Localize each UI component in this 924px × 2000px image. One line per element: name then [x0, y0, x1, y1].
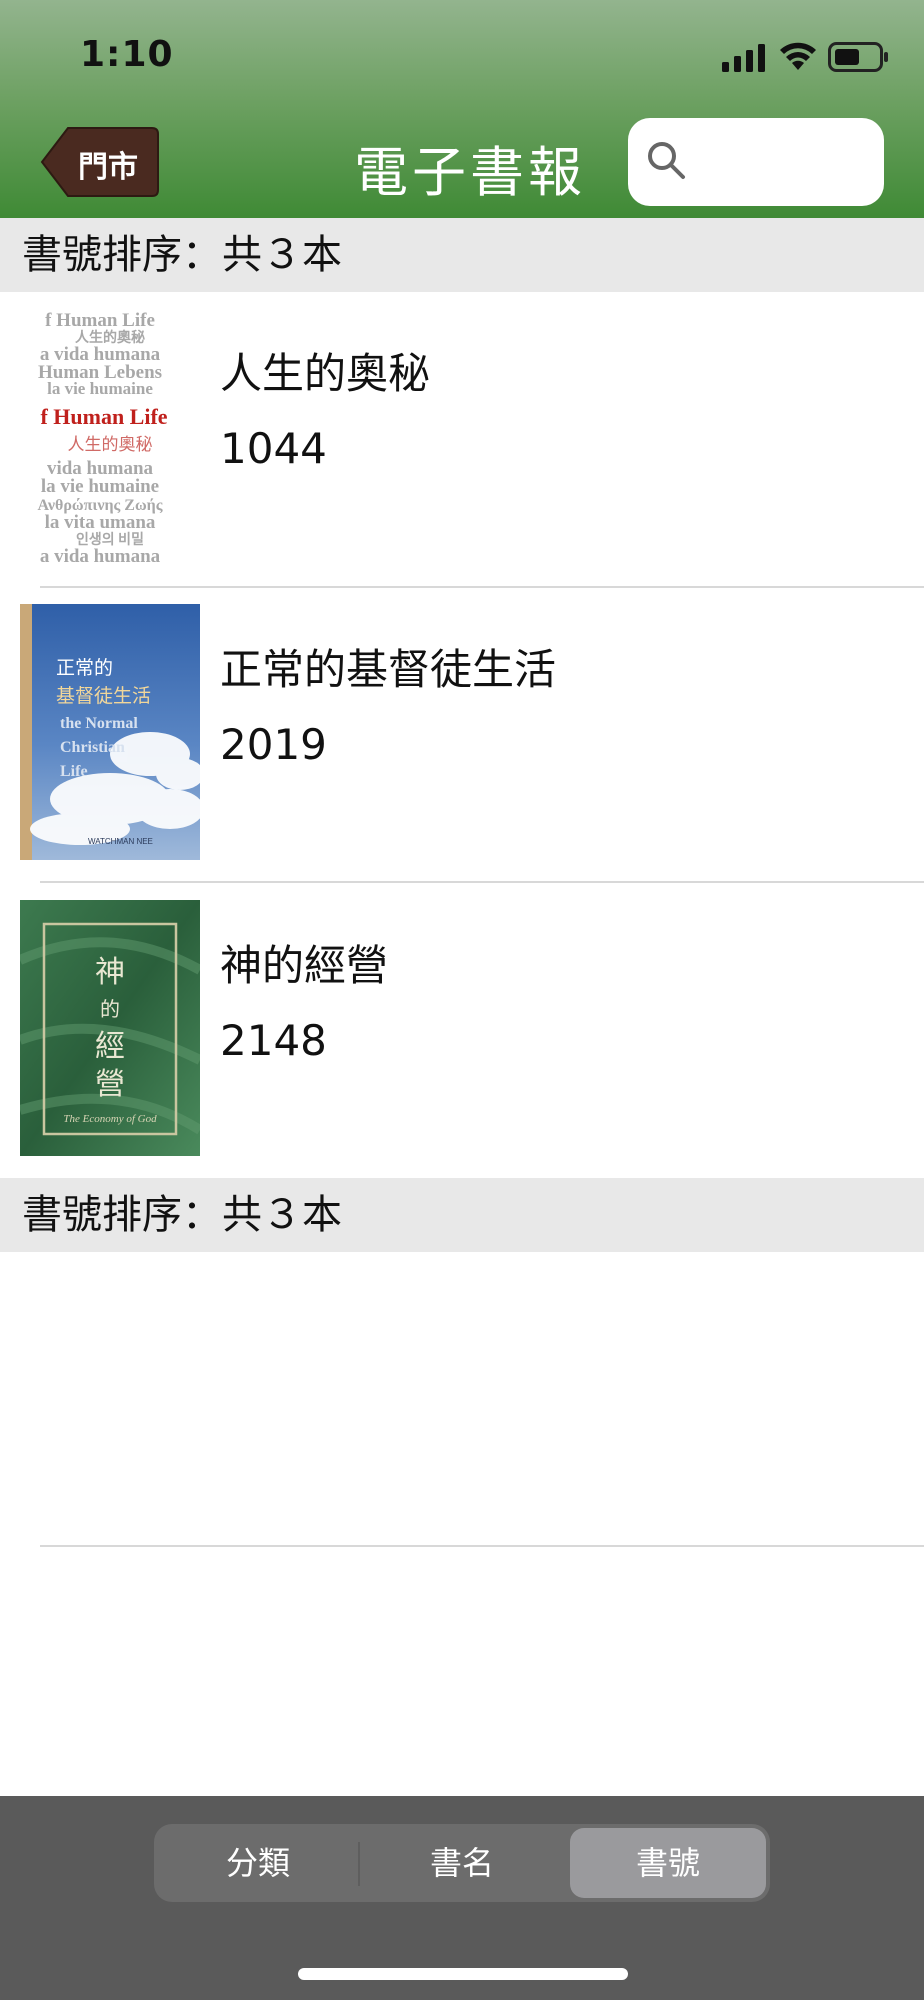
- cover-line-9: la vie humaine: [41, 476, 159, 497]
- book-number: 2148: [220, 1016, 327, 1065]
- cover-english-title: The Economy of God: [63, 1113, 157, 1125]
- cover-line-13: a vida humana: [40, 546, 161, 564]
- cover-vertical-title-2: 的: [100, 997, 120, 1021]
- section-header-sort: 書號排序：共３本: [0, 218, 924, 292]
- battery-icon: [828, 42, 888, 72]
- back-button-store[interactable]: 門市: [38, 126, 160, 198]
- cover-vertical-title-4: 營: [95, 1067, 125, 1102]
- segment-title[interactable]: 書名: [364, 1828, 560, 1898]
- cover-highlight-subtitle: 人生的奧秘: [68, 435, 153, 455]
- cover-highlight-title: f Human Life: [40, 404, 167, 429]
- book-row-1[interactable]: f Human Life 人生的奧秘 a vida humana Human L…: [0, 292, 924, 588]
- cover-title-line-1: 正常的: [56, 657, 113, 679]
- cover-vertical-title-3: 經: [95, 1029, 125, 1064]
- book-title: 人生的奧秘: [220, 349, 431, 398]
- cover-english-2: Christian: [60, 739, 125, 756]
- book-cover-human-life: f Human Life 人生的奧秘 a vida humana Human L…: [20, 308, 200, 564]
- cover-line-5: la vie humaine: [47, 379, 153, 398]
- cover-line-1: f Human Life: [45, 310, 155, 331]
- back-button-label: 門市: [78, 150, 138, 185]
- book-number: 2019: [220, 720, 327, 769]
- cover-line-11: la vita umana: [45, 512, 156, 533]
- segment-category[interactable]: 分類: [160, 1828, 356, 1898]
- cover-author: WATCHMAN NEE: [88, 837, 153, 846]
- book-cover-economy-of-god: 神 的 經 營 The Economy of God: [20, 900, 200, 1156]
- book-row-3[interactable]: 神 的 經 營 The Economy of God 神的經營 2148: [0, 884, 924, 1180]
- book-title: 神的經營: [220, 941, 389, 990]
- cover-english-1: the Normal: [60, 715, 138, 732]
- book-title: 正常的基督徒生活: [220, 645, 557, 694]
- cover-english-3: Life: [60, 763, 88, 780]
- segment-divider: [358, 1842, 360, 1886]
- search-field[interactable]: [628, 118, 884, 206]
- book-number: 1044: [220, 424, 327, 473]
- segment-number[interactable]: 書號: [570, 1828, 766, 1898]
- home-indicator: [298, 1968, 628, 1980]
- page-title: 電子書報: [354, 141, 586, 204]
- cover-vertical-title-1: 神: [95, 955, 125, 990]
- empty-row-separator: [40, 1545, 924, 1547]
- search-input[interactable]: [698, 138, 872, 186]
- navigation-header: 1:10 門市 電子書報: [0, 0, 924, 218]
- row-separator: [40, 881, 924, 883]
- sort-segmented-control: 分類 書名 書號: [154, 1824, 770, 1902]
- section-footer-sort: 書號排序：共３本: [0, 1178, 924, 1252]
- book-row-2[interactable]: 正常的 基督徒生活 the Normal Christian Life WATC…: [0, 588, 924, 884]
- book-cover-normal-christian-life: 正常的 基督徒生活 the Normal Christian Life WATC…: [20, 604, 200, 860]
- cover-title-line-2: 基督徒生活: [56, 685, 151, 707]
- wifi-icon: [780, 42, 816, 70]
- cellular-signal-icon: [722, 44, 765, 72]
- status-time: 1:10: [80, 34, 174, 75]
- search-icon: [648, 142, 685, 179]
